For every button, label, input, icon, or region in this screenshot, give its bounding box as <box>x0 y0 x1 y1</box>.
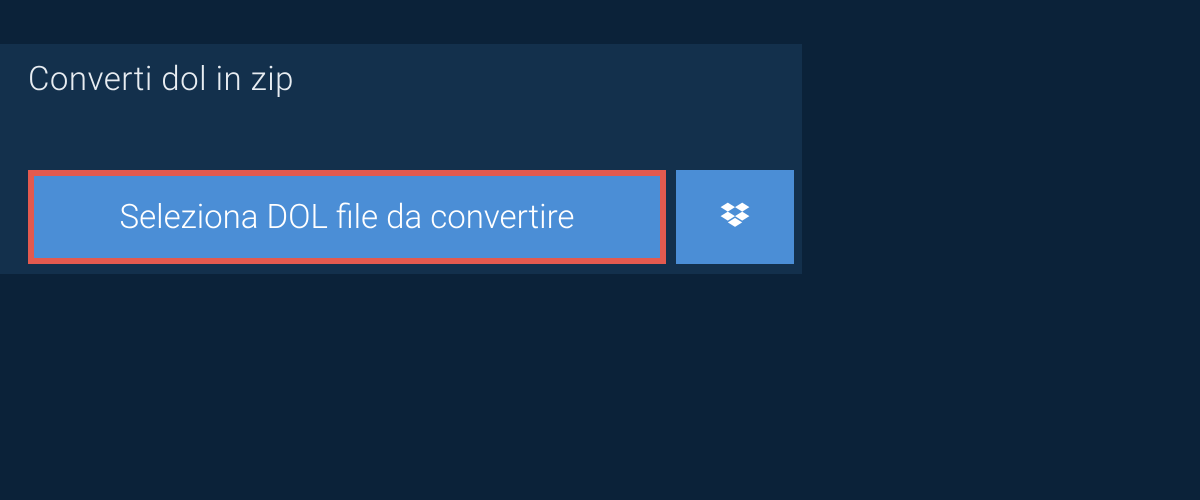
tab-convert[interactable]: Converti dol in zip <box>0 44 382 114</box>
select-file-button-label: Seleziona DOL file da convertire <box>120 198 575 237</box>
button-row: Seleziona DOL file da convertire <box>28 170 794 264</box>
dropbox-button[interactable] <box>676 170 794 264</box>
tab-label: Converti dol in zip <box>28 60 294 99</box>
select-file-button[interactable]: Seleziona DOL file da convertire <box>28 170 666 264</box>
dropbox-icon <box>717 199 753 235</box>
